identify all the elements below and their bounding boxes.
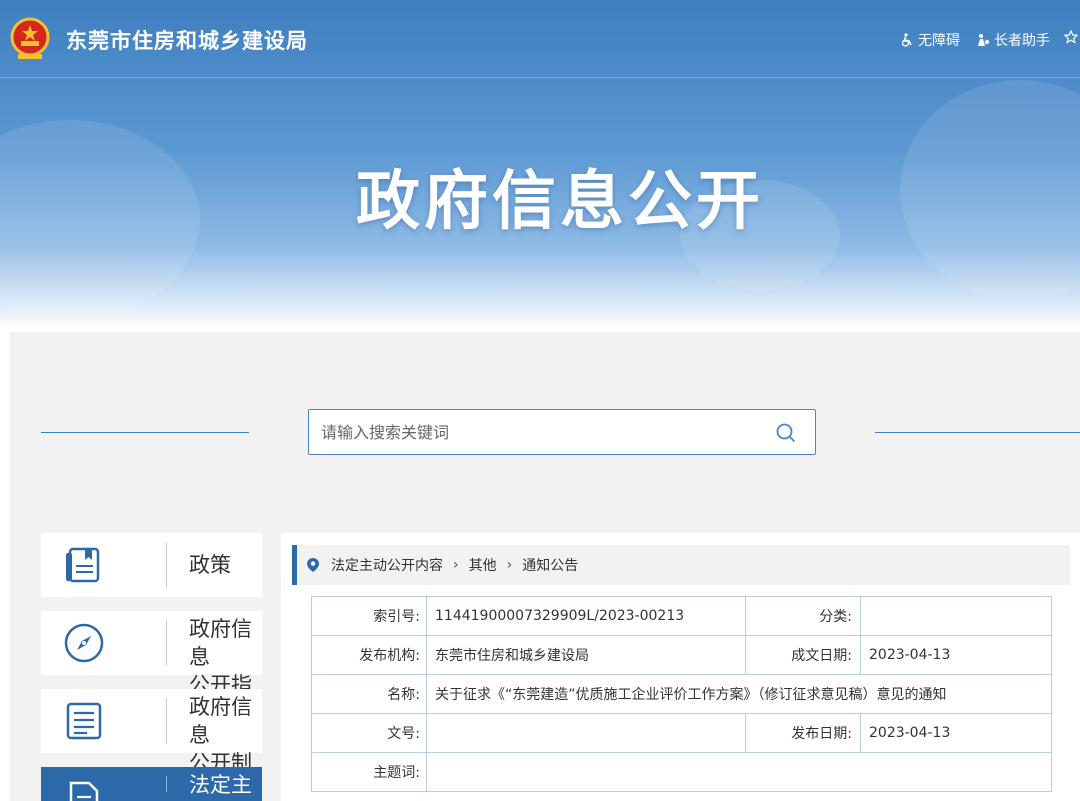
sidebar-item-label: 法定主动	[189, 773, 252, 797]
table-row: 索引号: 11441900007329909L/2023-00213 分类:	[311, 596, 1052, 636]
table-row: 发布机构: 东莞市住房和城乡建设局 成文日期: 2023-04-13	[311, 635, 1052, 675]
search-input[interactable]	[321, 410, 761, 454]
sidebar-item-policy[interactable]: 政策	[41, 533, 262, 597]
publisher-value: 东莞市住房和城乡建设局	[426, 635, 746, 675]
doc-no-value	[426, 713, 746, 753]
site-title[interactable]: 东莞市住房和城乡建设局	[66, 25, 308, 55]
doc-no-label: 文号:	[311, 713, 427, 753]
publish-date-value: 2023-04-13	[860, 713, 1052, 753]
breadcrumb-item-statutory[interactable]: 法定主动公开内容	[331, 555, 443, 575]
publish-date-label: 发布日期:	[745, 713, 861, 753]
policy-book-icon	[66, 547, 100, 583]
index-no-label: 索引号:	[311, 596, 427, 636]
subject-label: 主题词:	[311, 752, 427, 792]
search-icon[interactable]	[775, 422, 797, 444]
table-row: 名称: 关于征求《“东莞建造”优质施工企业评价工作方案》（修订征求意见稿）意见的…	[311, 674, 1052, 714]
created-date-label: 成文日期:	[745, 635, 861, 675]
breadcrumb-item-other[interactable]: 其他	[469, 555, 497, 575]
national-emblem-icon	[10, 17, 50, 59]
sidebar-item-label: 政策	[189, 553, 231, 577]
name-value: 关于征求《“东莞建造”优质施工企业评价工作方案》（修订征求意见稿）意见的通知	[426, 674, 1052, 714]
sidebar-separator	[166, 620, 167, 666]
elder-helper-link[interactable]: 长者助手	[976, 30, 1050, 50]
sidebar-separator	[166, 542, 167, 588]
breadcrumb: 法定主动公开内容 › 其他 › 通知公告	[292, 545, 1070, 585]
search-box	[308, 409, 816, 455]
index-no-value: 11441900007329909L/2023-00213	[426, 596, 746, 636]
sidebar-item-statutory[interactable]: 法定主动	[41, 767, 262, 801]
breadcrumb-item-notice[interactable]: 通知公告	[522, 555, 578, 575]
wheelchair-icon	[901, 33, 912, 47]
document-list-icon	[66, 702, 102, 740]
table-row: 主题词:	[311, 752, 1052, 792]
file-icon	[69, 781, 99, 801]
chevron-right-icon: ›	[453, 557, 459, 573]
sidebar-separator	[166, 698, 167, 744]
document-metadata-table: 索引号: 11441900007329909L/2023-00213 分类: 发…	[311, 596, 1052, 792]
subject-value	[426, 752, 1052, 792]
header-banner: 东莞市住房和城乡建设局 无障碍 长者助手 政府信息公开	[0, 0, 1080, 330]
category-value	[860, 596, 1052, 636]
star-icon	[1064, 30, 1078, 44]
chevron-right-icon: ›	[506, 557, 513, 573]
search-divider-right	[875, 432, 1080, 433]
sidebar-item-guide[interactable]: 政府信息 公开指南	[41, 611, 262, 725]
sidebar-item-system[interactable]: 政府信息 公开制度	[41, 689, 262, 801]
created-date-value: 2023-04-13	[860, 635, 1052, 675]
sidebar-separator	[166, 776, 167, 792]
category-label: 分类:	[745, 596, 861, 636]
accessibility-label: 无障碍	[918, 33, 960, 49]
accessibility-link[interactable]: 无障碍	[900, 30, 960, 50]
elder-person-icon	[978, 34, 990, 46]
favorite-link[interactable]	[1064, 30, 1078, 44]
location-pin-icon	[307, 558, 319, 572]
top-bar: 东莞市住房和城乡建设局 无障碍 长者助手	[0, 0, 1080, 78]
publisher-label: 发布机构:	[311, 635, 427, 675]
compass-icon	[64, 623, 104, 663]
banner-title: 政府信息公开	[356, 165, 764, 239]
elder-helper-label: 长者助手	[994, 33, 1050, 49]
search-divider-left	[41, 432, 249, 433]
name-label: 名称:	[311, 674, 427, 714]
table-row: 文号: 发布日期: 2023-04-13	[311, 713, 1052, 753]
